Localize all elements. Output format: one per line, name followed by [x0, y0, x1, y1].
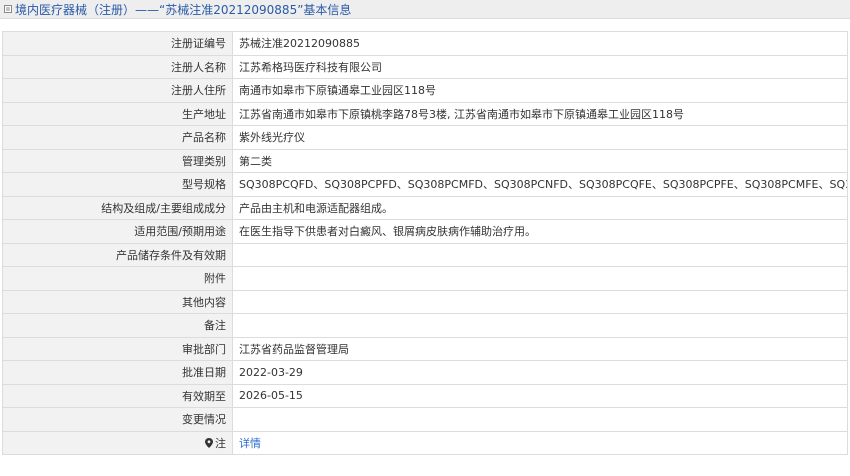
table-row: 适用范围/预期用途 在医生指导下供患者对白癜风、银屑病皮肤病作辅助治疗用。 [2, 219, 848, 244]
field-value: 详情 [232, 430, 848, 455]
field-value [232, 289, 848, 314]
table-row: 审批部门 江苏省药品监督管理局 [2, 336, 848, 361]
field-value: 在医生指导下供患者对白癜风、银屑病皮肤病作辅助治疗用。 [232, 219, 848, 244]
table-row: 生产地址 江苏省南通市如皋市下原镇桃李路78号3楼, 江苏省南通市如皋市下原镇通皋… [2, 101, 848, 126]
field-value: 苏械注准20212090885 [232, 31, 848, 56]
table-row: 产品名称 紫外线光疗仪 [2, 125, 848, 150]
field-label: 审批部门 [2, 336, 233, 361]
field-label: 注册人名称 [2, 54, 233, 79]
field-label: 型号规格 [2, 172, 233, 197]
field-value: 江苏希格玛医疗科技有限公司 [232, 54, 848, 79]
field-label: 注册证编号 [2, 31, 233, 56]
table-row: 其他内容 [2, 289, 848, 314]
table-row: 型号规格 SQ308PCQFD、SQ308PCPFD、SQ308PCMFD、SQ3… [2, 172, 848, 197]
field-value: SQ308PCQFD、SQ308PCPFD、SQ308PCMFD、SQ308PC… [232, 172, 848, 197]
field-label: 其他内容 [2, 289, 233, 314]
field-label: 注 [2, 430, 233, 455]
field-label: 结构及组成/主要组成成分 [2, 195, 233, 220]
field-label: 生产地址 [2, 101, 233, 126]
table-row: 有效期至 2026-05-15 [2, 383, 848, 408]
field-label: 附件 [2, 266, 233, 291]
note-label: 注 [215, 436, 226, 450]
page-title: 境内医疗器械（注册）——“苏械注准20212090885”基本信息 [15, 2, 352, 17]
table-row: 批准日期 2022-03-29 [2, 360, 848, 385]
field-value [232, 313, 848, 338]
field-value: 2022-03-29 [232, 360, 848, 385]
field-label: 产品名称 [2, 125, 233, 150]
field-value: 第二类 [232, 148, 848, 173]
info-panel: 注册证编号 苏械注准20212090885 注册人名称 江苏希格玛医疗科技有限公司 注册… [0, 19, 850, 455]
table-row: 变更情况 [2, 407, 848, 432]
document-icon [4, 5, 12, 13]
field-value: 产品由主机和电源适配器组成。 [232, 195, 848, 220]
table-row: 注册人名称 江苏希格玛医疗科技有限公司 [2, 54, 848, 79]
field-label: 备注 [2, 313, 233, 338]
location-pin-icon [205, 437, 213, 448]
field-label: 变更情况 [2, 407, 233, 432]
field-value [232, 266, 848, 291]
field-value [232, 242, 848, 267]
table-row: 注册人住所 南通市如皋市下原镇通皋工业园区118号 [2, 78, 848, 103]
table-row: 备注 [2, 313, 848, 338]
field-label: 注册人住所 [2, 78, 233, 103]
table-row-details: 注详情 [2, 430, 848, 455]
field-label: 有效期至 [2, 383, 233, 408]
field-value [232, 407, 848, 432]
page-header: 境内医疗器械（注册）——“苏械注准20212090885”基本信息 [0, 0, 850, 19]
table-row: 注册证编号 苏械注准20212090885 [2, 31, 848, 56]
field-value: 2026-05-15 [232, 383, 848, 408]
info-table: 注册证编号 苏械注准20212090885 注册人名称 江苏希格玛医疗科技有限公司 注册… [2, 31, 848, 455]
table-row: 结构及组成/主要组成成分 产品由主机和电源适配器组成。 [2, 195, 848, 220]
field-value: 南通市如皋市下原镇通皋工业园区118号 [232, 78, 848, 103]
field-label: 管理类别 [2, 148, 233, 173]
field-label: 适用范围/预期用途 [2, 219, 233, 244]
field-label: 批准日期 [2, 360, 233, 385]
field-value: 紫外线光疗仪 [232, 125, 848, 150]
field-label: 产品储存条件及有效期 [2, 242, 233, 267]
table-row: 产品储存条件及有效期 [2, 242, 848, 267]
table-row: 附件 [2, 266, 848, 291]
field-value: 江苏省药品监督管理局 [232, 336, 848, 361]
field-value: 江苏省南通市如皋市下原镇桃李路78号3楼, 江苏省南通市如皋市下原镇通皋工业园区… [232, 101, 848, 126]
details-link[interactable]: 详情 [239, 437, 261, 450]
table-row: 管理类别 第二类 [2, 148, 848, 173]
